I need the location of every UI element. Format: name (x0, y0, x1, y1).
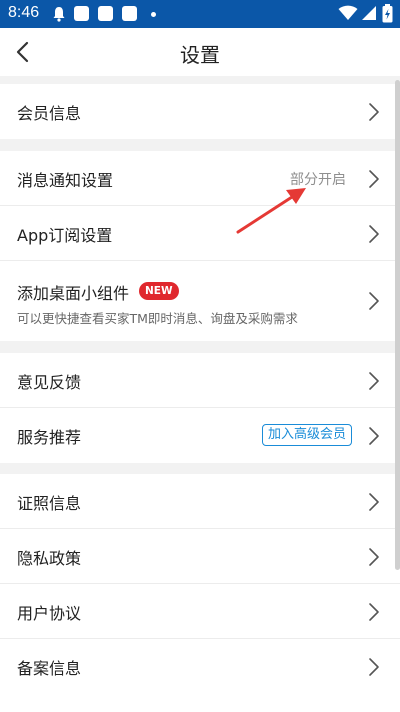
settings-item-add-widget[interactable]: 添加桌面小组件 NEW 可以更快捷查看买家TM即时消息、询盘及采购需求 (0, 261, 400, 341)
settings-item-filing-info[interactable]: 备案信息 (0, 639, 400, 694)
more-notifications-dot-icon (151, 12, 156, 17)
settings-item-feedback[interactable]: 意见反馈 (0, 353, 400, 408)
settings-item-notification-settings[interactable]: 消息通知设置 部分开启 (0, 151, 400, 206)
new-badge: NEW (139, 282, 179, 300)
settings-item-privacy-policy[interactable]: 隐私政策 (0, 529, 400, 584)
status-bar: 8:46 (0, 0, 400, 28)
scrollbar[interactable] (395, 80, 400, 570)
settings-item-label: 添加桌面小组件 (17, 284, 130, 303)
settings-item-label: 备案信息 (17, 659, 82, 678)
chevron-right-icon (369, 103, 379, 121)
chevron-right-icon (369, 658, 379, 676)
settings-item-label: 意见反馈 (17, 373, 82, 392)
app-notification-icon (122, 6, 137, 21)
chevron-right-icon (369, 603, 379, 621)
top-nav-bar: 设置 (0, 28, 400, 76)
settings-group-feedback: 意见反馈 服务推荐 加入高级会员 (0, 353, 400, 463)
chevron-right-icon (369, 170, 379, 188)
settings-item-label: 隐私政策 (17, 549, 82, 568)
settings-item-label: 用户协议 (17, 604, 82, 623)
battery-icon (382, 4, 393, 23)
settings-item-label: 服务推荐 (17, 428, 82, 447)
annotation-arrow-icon (236, 188, 306, 234)
chevron-right-icon (369, 225, 379, 243)
chevron-right-icon (369, 493, 379, 511)
settings-item-label: 会员信息 (17, 104, 82, 123)
settings-group-notifications: 消息通知设置 部分开启 App订阅设置 添加桌面小组件 NEW 可以更快捷查看买… (0, 151, 400, 341)
settings-item-service-recommendation[interactable]: 服务推荐 加入高级会员 (0, 408, 400, 463)
status-time: 8:46 (8, 4, 40, 21)
chevron-right-icon (369, 292, 379, 310)
settings-group-membership: 会员信息 (0, 84, 400, 139)
notification-bell-icon (53, 7, 65, 22)
app-notification-icon (98, 6, 113, 21)
wifi-icon (338, 5, 358, 20)
settings-item-subtitle: 可以更快捷查看买家TM即时消息、询盘及采购需求 (17, 311, 298, 326)
settings-item-user-agreement[interactable]: 用户协议 (0, 584, 400, 639)
chevron-right-icon (369, 548, 379, 566)
settings-item-app-subscription[interactable]: App订阅设置 (0, 206, 400, 261)
app-notification-icon (74, 6, 89, 21)
settings-group-legal: 证照信息 隐私政策 用户协议 备案信息 (0, 474, 400, 712)
premium-member-badge[interactable]: 加入高级会员 (261, 424, 352, 446)
chevron-right-icon (369, 372, 379, 390)
settings-item-label: 消息通知设置 (17, 171, 114, 190)
page-title: 设置 (180, 43, 220, 67)
settings-item-label: App订阅设置 (17, 226, 113, 245)
settings-item-license-info[interactable]: 证照信息 (0, 474, 400, 529)
signal-icon (362, 6, 376, 20)
settings-item-member-info[interactable]: 会员信息 (0, 84, 400, 139)
settings-item-label: 证照信息 (17, 494, 82, 513)
chevron-right-icon (369, 427, 379, 445)
